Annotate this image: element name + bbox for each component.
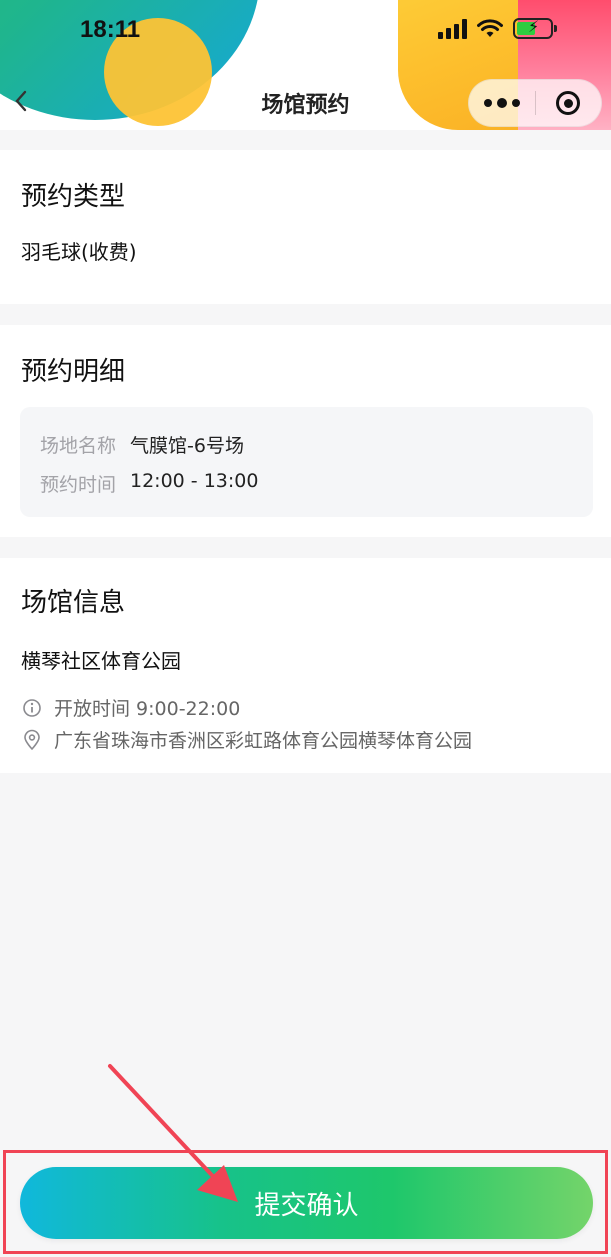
status-icons: ⚡	[438, 17, 557, 39]
submit-confirm-button[interactable]: 提交确认	[20, 1167, 593, 1239]
venue-hours-line: 开放时间 9:00-22:00	[22, 694, 240, 721]
info-icon	[23, 698, 41, 717]
booking-detail-card: 预约明细 场地名称 气膜馆-6号场 预约时间 12:00 - 13:00	[0, 325, 611, 537]
booking-detail-box: 场地名称 气膜馆-6号场 预约时间 12:00 - 13:00	[20, 407, 593, 517]
more-dots-icon[interactable]	[469, 79, 535, 127]
booking-type-card: 预约类型 羽毛球(收费)	[0, 150, 611, 304]
venue-hours: 开放时间 9:00-22:00	[54, 698, 241, 720]
close-target-icon[interactable]	[536, 79, 602, 127]
venue-address: 广东省珠海市香洲区彩虹路体育公园横琴体育公园	[54, 730, 473, 752]
signal-icon	[438, 18, 467, 39]
venue-info-title: 场馆信息	[21, 588, 126, 618]
miniprogram-capsule	[468, 79, 602, 127]
battery-charging-icon: ⚡	[513, 17, 557, 39]
status-time: 18:11	[80, 16, 141, 43]
detail-row-time: 预约时间 12:00 - 13:00	[40, 470, 258, 497]
location-pin-icon	[24, 729, 40, 750]
wifi-icon	[477, 18, 503, 37]
booking-type-value: 羽毛球(收费)	[21, 240, 137, 264]
venue-name: 横琴社区体育公园	[21, 649, 181, 673]
detail-row-venue: 场地名称 气膜馆-6号场	[40, 431, 244, 458]
venue-label: 场地名称	[40, 435, 117, 457]
booking-type-title: 预约类型	[21, 182, 126, 212]
venue-value: 气膜馆-6号场	[130, 435, 244, 457]
booking-detail-title: 预约明细	[21, 357, 126, 387]
time-value: 12:00 - 13:00	[130, 470, 259, 492]
header: 18:11 ⚡ 场馆预约	[0, 0, 611, 130]
time-label: 预约时间	[40, 474, 117, 496]
venue-info-card: 场馆信息 横琴社区体育公园 开放时间 9:00-22:00 广东省珠海市香洲区彩…	[0, 558, 611, 773]
venue-address-line: 广东省珠海市香洲区彩虹路体育公园横琴体育公园	[22, 726, 472, 753]
